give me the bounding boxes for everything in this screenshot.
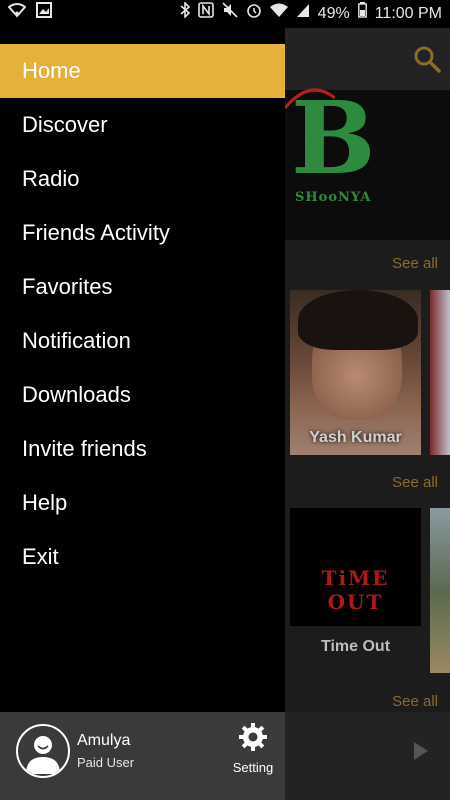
menu-item-label: Help — [22, 490, 68, 515]
menu-item-radio[interactable]: Radio — [0, 152, 285, 206]
menu-item-notification[interactable]: Notification — [0, 314, 285, 368]
menu-item-discover[interactable]: Discover — [0, 98, 285, 152]
menu-item-label: Radio — [22, 166, 80, 191]
drawer-footer: Amulya Paid User Setting — [0, 712, 285, 800]
menu-item-favorites[interactable]: Favorites — [0, 260, 285, 314]
next-card-edge[interactable] — [430, 290, 450, 455]
menu-item-label: Friends Activity — [22, 220, 170, 245]
menu-item-friends-activity[interactable]: Friends Activity — [0, 206, 285, 260]
menu-item-invite-friends[interactable]: Invite friends — [0, 422, 285, 476]
menu-item-help[interactable]: Help — [0, 476, 285, 530]
menu-item-label: Exit — [22, 544, 59, 569]
player-bar[interactable] — [285, 712, 450, 800]
album-art-title: TiME OUT — [321, 566, 390, 614]
search-icon[interactable] — [412, 44, 442, 74]
user-name: Amulya — [77, 732, 131, 749]
wifi-icon — [7, 0, 27, 28]
setting-label: Setting — [232, 760, 274, 775]
battery-percentage: 49% — [317, 5, 350, 22]
see-all-link[interactable]: See all — [392, 255, 438, 272]
bluetooth-icon — [180, 0, 190, 28]
setting-button[interactable]: Setting — [228, 722, 278, 782]
alarm-icon — [246, 0, 262, 28]
card-label: Yash Kumar — [309, 429, 402, 446]
menu-item-label: Favorites — [22, 274, 113, 299]
user-plan: Paid User — [77, 755, 135, 770]
menu-item-label: Downloads — [22, 382, 131, 407]
mute-icon — [222, 0, 238, 28]
album-card[interactable]: TiME OUT Time Out — [290, 508, 421, 673]
banner-text: SHooNYA — [295, 190, 372, 205]
see-all-link[interactable]: See all — [392, 474, 438, 491]
play-icon[interactable] — [414, 742, 428, 760]
menu-item-label: Invite friends — [22, 436, 147, 461]
wifi-icon — [269, 0, 288, 28]
menu-item-downloads[interactable]: Downloads — [0, 368, 285, 422]
artist-card[interactable]: Yash Kumar — [290, 290, 421, 455]
navigation-drawer: Home Discover Radio Friends Activity Fav… — [0, 28, 285, 800]
battery-icon — [357, 0, 367, 28]
user-avatar-icon — [26, 736, 60, 774]
menu-item-home[interactable]: Home — [0, 44, 285, 98]
next-card-edge[interactable] — [430, 508, 450, 673]
menu-item-label: Home — [22, 58, 81, 83]
clock: 11:00 PM — [374, 5, 442, 22]
menu-item-label: Notification — [22, 328, 131, 353]
artist-photo-hair — [298, 290, 418, 350]
menu-item-label: Discover — [22, 112, 108, 137]
signal-icon — [296, 0, 310, 28]
image-icon — [36, 0, 52, 28]
see-all-link[interactable]: See all — [392, 693, 438, 710]
nfc-icon — [197, 0, 214, 28]
card-label: Time Out — [320, 638, 391, 655]
banner-logo-letter: B — [291, 79, 376, 197]
menu-item-exit[interactable]: Exit — [0, 530, 285, 584]
gear-icon — [239, 723, 267, 751]
status-bar: 49% 11:00 PM — [0, 0, 450, 28]
background-app: B SHooNYA See all Yash Kumar See all TiM… — [285, 28, 450, 800]
avatar[interactable] — [16, 724, 70, 778]
